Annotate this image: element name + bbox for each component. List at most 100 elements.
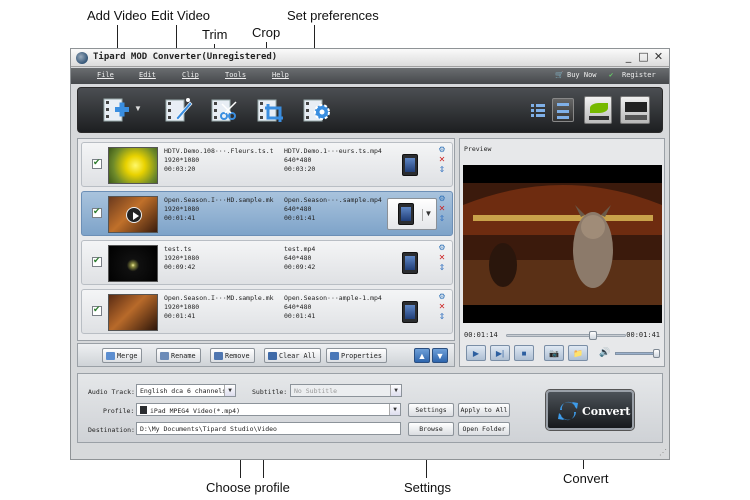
- menu-edit[interactable]: Edit: [139, 71, 156, 79]
- subtitle-select[interactable]: No Subtitle ▼: [290, 384, 402, 397]
- file-checkbox[interactable]: [92, 304, 102, 316]
- ipad-profile-icon[interactable]: [402, 301, 418, 323]
- preview-screen[interactable]: [463, 165, 662, 323]
- callout-add-video: Add Video: [87, 8, 147, 23]
- screenshot-page: Add Video Edit Video Trim Crop Set prefe…: [0, 0, 750, 500]
- menu-tools[interactable]: Tools: [225, 71, 246, 79]
- callout-edit-video: Edit Video: [151, 8, 211, 23]
- clear-all-button[interactable]: Clear All: [264, 348, 321, 363]
- resize-grip-icon[interactable]: ⋰: [659, 448, 667, 457]
- profile-select[interactable]: iPad MPEG4 Video(*.mp4) ▼: [136, 403, 401, 416]
- menu-clip[interactable]: Clip: [182, 71, 199, 79]
- settings-gear-icon[interactable]: ⚙: [437, 292, 447, 302]
- ipad-profile-icon[interactable]: [402, 154, 418, 176]
- audio-track-select[interactable]: English dca 6 channels (0 ▼: [136, 384, 236, 397]
- detail-view-icon[interactable]: [552, 98, 574, 122]
- callout-trim: Trim: [202, 27, 228, 42]
- ipad-profile-icon[interactable]: [402, 252, 418, 274]
- source-info: HDTV.Demo.108···.Fleurs.ts.ts 1920*1080 00…: [164, 147, 274, 173]
- crop-icon[interactable]: [256, 96, 286, 124]
- remove-button[interactable]: Remove: [210, 348, 255, 363]
- file-checkbox[interactable]: [92, 206, 102, 218]
- trash-icon: [268, 352, 277, 360]
- row-controls: ⚙ ✕ ⇕: [437, 194, 447, 224]
- next-frame-button[interactable]: ▶|: [490, 345, 510, 361]
- stop-button[interactable]: ■: [514, 345, 534, 361]
- source-info: test.ts 1920*1080 00:09:42: [164, 245, 200, 271]
- list-button-bar: Merge Rename Remove Clear All Properties…: [77, 343, 455, 367]
- move-row-icon[interactable]: ⇕: [437, 263, 447, 273]
- file-thumbnail: [108, 147, 158, 184]
- move-row-icon[interactable]: ⇕: [437, 165, 447, 175]
- title-bar: Tipard MOD Converter(Unregistered) _ □ ✕: [71, 49, 669, 67]
- move-up-button[interactable]: ▲: [414, 348, 430, 363]
- total-time: 00:01:41: [626, 331, 660, 339]
- settings-gear-icon[interactable]: ⚙: [437, 194, 447, 204]
- register-link[interactable]: Register: [622, 71, 656, 79]
- move-row-icon[interactable]: ⇕: [437, 312, 447, 322]
- play-overlay-icon[interactable]: [126, 207, 142, 223]
- maximize-button[interactable]: □: [637, 50, 650, 64]
- preferences-icon[interactable]: [302, 96, 332, 124]
- seek-handle[interactable]: [588, 331, 597, 340]
- file-checkbox[interactable]: [92, 157, 102, 169]
- preview-panel: Preview 00:01:14 00:01:41 ▶ ▶| ■ 📷 📁 🔊: [459, 138, 665, 367]
- chevron-down-icon[interactable]: ▼: [389, 404, 400, 415]
- remove-row-icon[interactable]: ✕: [437, 253, 447, 263]
- chevron-down-icon[interactable]: ▼: [390, 385, 401, 396]
- output-info: Open.Season···ample-1.mp4 640*480 00:01:41: [284, 294, 382, 320]
- output-info: Open.Season···.sample.mp4 640*480 00:01:41: [284, 196, 382, 222]
- settings-gear-icon[interactable]: ⚙: [437, 145, 447, 155]
- list-view-icon[interactable]: [530, 102, 546, 118]
- chevron-down-icon[interactable]: ▼: [224, 385, 235, 396]
- settings-button[interactable]: Settings: [408, 403, 454, 417]
- source-info: Open.Season.I···MD.sample.mkv 1920*1080 00…: [164, 294, 274, 320]
- edit-video-icon[interactable]: [164, 96, 194, 124]
- file-thumbnail: [108, 196, 158, 233]
- amd-icon[interactable]: [620, 96, 650, 124]
- remove-row-icon[interactable]: ✕: [437, 204, 447, 214]
- open-snapshot-folder-button[interactable]: 📁: [568, 345, 588, 361]
- app-logo-icon: [76, 52, 88, 64]
- volume-slider[interactable]: [615, 349, 660, 358]
- properties-icon: [330, 352, 339, 360]
- play-button[interactable]: ▶: [466, 345, 486, 361]
- open-folder-button[interactable]: Open Folder: [458, 422, 510, 436]
- browse-button[interactable]: Browse: [408, 422, 454, 436]
- move-row-icon[interactable]: ⇕: [437, 214, 447, 224]
- merge-icon: [106, 352, 115, 360]
- minimize-button[interactable]: _: [622, 50, 635, 64]
- profile-label: Profile:: [103, 407, 135, 415]
- remove-row-icon[interactable]: ✕: [437, 155, 447, 165]
- trim-icon[interactable]: [210, 96, 240, 124]
- volume-handle[interactable]: [653, 349, 660, 358]
- remove-row-icon[interactable]: ✕: [437, 302, 447, 312]
- menu-file[interactable]: File: [97, 71, 114, 79]
- callout-settings: Settings: [404, 480, 451, 495]
- ipad-profile-icon: [140, 406, 147, 414]
- snapshot-button[interactable]: 📷: [544, 345, 564, 361]
- menu-help[interactable]: Help: [272, 71, 289, 79]
- add-video-dropdown-icon[interactable]: ▼: [134, 104, 142, 113]
- rename-button[interactable]: Rename: [156, 348, 201, 363]
- nvidia-icon[interactable]: [584, 96, 612, 124]
- file-row[interactable]: HDTV.Demo.108···.Fleurs.ts.ts1920*108000…: [81, 142, 453, 187]
- preview-frame: [463, 165, 662, 323]
- file-row[interactable]: Open.Season.I···HD.sample.mkv1920*108000…: [81, 191, 453, 236]
- chevron-down-icon[interactable]: ▼: [422, 209, 434, 221]
- convert-button[interactable]: Convert: [546, 390, 634, 430]
- add-video-icon[interactable]: [102, 96, 132, 124]
- file-checkbox[interactable]: [92, 255, 102, 267]
- destination-input[interactable]: D:\My Documents\Tipard Studio\Video: [136, 422, 401, 435]
- apply-to-all-button[interactable]: Apply to All: [458, 403, 510, 417]
- seek-bar[interactable]: [506, 331, 626, 340]
- file-row[interactable]: Open.Season.I···MD.sample.mkv1920*108000…: [81, 289, 453, 334]
- file-row[interactable]: test.ts1920*108000:09:42 test.mp4640*480…: [81, 240, 453, 285]
- buy-now-link[interactable]: Buy Now: [567, 71, 597, 79]
- merge-button[interactable]: Merge: [102, 348, 143, 363]
- settings-gear-icon[interactable]: ⚙: [437, 243, 447, 253]
- move-down-button[interactable]: ▼: [432, 348, 448, 363]
- profile-dropdown[interactable]: ▼: [387, 198, 437, 230]
- properties-button[interactable]: Properties: [326, 348, 387, 363]
- close-button[interactable]: ✕: [652, 50, 665, 64]
